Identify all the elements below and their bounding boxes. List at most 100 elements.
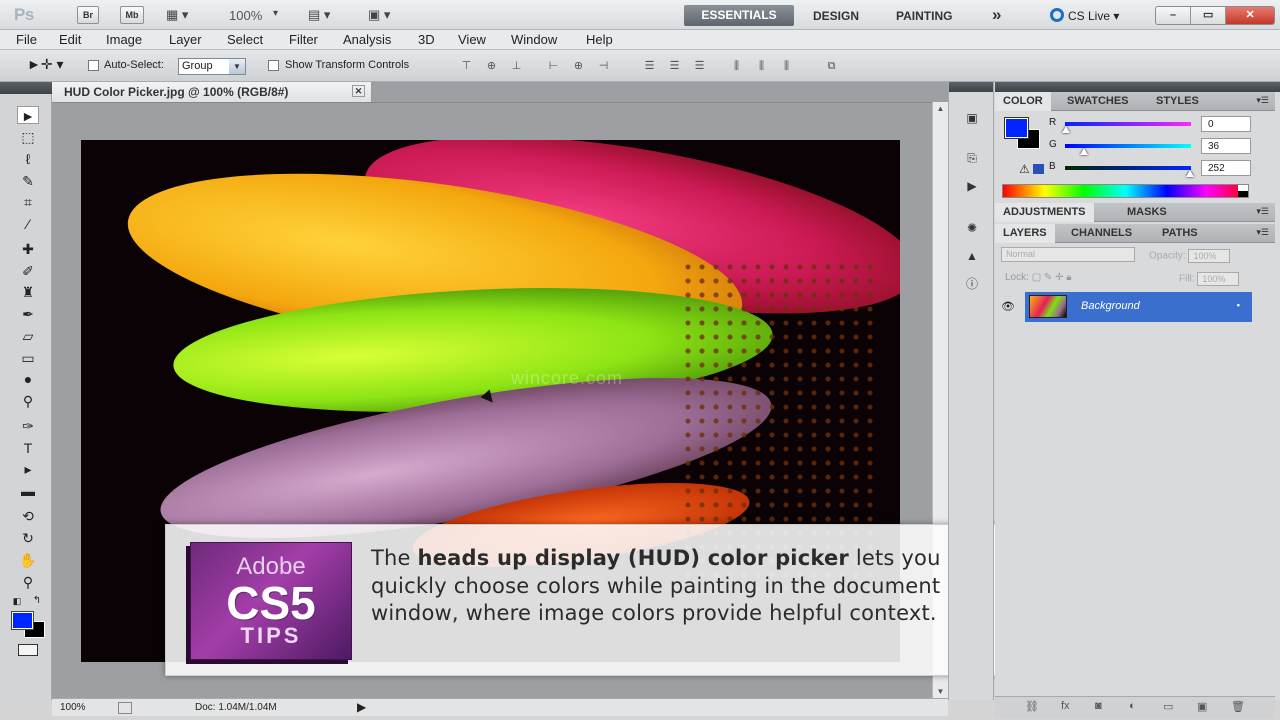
3d-orbit-tool-icon[interactable]: ↻ (17, 529, 39, 547)
dock-collapse-bar[interactable] (949, 82, 993, 92)
tab-styles[interactable]: STYLES (1156, 95, 1199, 107)
blur-tool-icon[interactable]: ● (17, 370, 39, 388)
quick-mask-icon[interactable] (18, 644, 38, 656)
align-hcenter-icon[interactable]: ⊕ (571, 60, 586, 72)
crop-tool-icon[interactable]: ⌗ (17, 193, 39, 211)
quick-selection-tool-icon[interactable]: ✎ (17, 172, 39, 190)
menu-image[interactable]: Image (106, 32, 142, 47)
minimize-button[interactable]: – (1156, 7, 1192, 24)
align-left-icon[interactable]: ⊢ (546, 60, 561, 72)
menu-analysis[interactable]: Analysis (343, 32, 391, 47)
tab-paths[interactable]: PATHS (1162, 227, 1198, 239)
history-panel-icon[interactable]: ⎘ (962, 150, 982, 166)
swap-colors-icon[interactable]: ↰ (30, 592, 44, 610)
screen-mode-icon[interactable]: ▣ ▾ (368, 7, 390, 23)
link-layers-icon[interactable]: ⛓ (1025, 700, 1039, 713)
auto-align-layers-icon[interactable]: ⧉ (824, 60, 839, 72)
layer-visibility-eye-icon[interactable]: 👁︎ (1001, 300, 1019, 316)
tab-adjustments[interactable]: ADJUSTMENTS (995, 203, 1094, 222)
distribute-top-icon[interactable]: ☰ (642, 60, 657, 72)
panel-menu-icon[interactable]: ▾☰ (1256, 95, 1269, 106)
fill-field[interactable]: 100% (1197, 272, 1240, 286)
healing-brush-tool-icon[interactable]: ✚ (17, 240, 39, 258)
menu-edit[interactable]: Edit (59, 32, 81, 47)
slider-blue-track[interactable] (1065, 166, 1191, 170)
close-button[interactable]: ✕ (1226, 7, 1274, 24)
info-panel-icon[interactable]: ⓘ (962, 276, 982, 292)
workspace-essentials[interactable]: ESSENTIALS (684, 5, 794, 26)
menu-filter[interactable]: Filter (289, 32, 318, 47)
distribute-vcenter-icon[interactable]: ☰ (667, 60, 682, 72)
scroll-down-icon[interactable]: ▼ (933, 687, 948, 696)
cs-live-menu[interactable]: CS Live ▾ (1050, 8, 1119, 23)
status-menu-arrow-icon[interactable]: ▶ (357, 700, 366, 714)
green-value-field[interactable]: 36 (1201, 138, 1251, 154)
eyedropper-tool-icon[interactable]: ⁄ (17, 215, 39, 233)
tab-masks[interactable]: MASKS (1127, 206, 1167, 218)
history-brush-tool-icon[interactable]: ✒ (17, 305, 39, 323)
dodge-tool-icon[interactable]: ⚲ (17, 392, 39, 410)
more-workspaces-icon[interactable]: » (992, 5, 1001, 25)
slider-red-thumb[interactable] (1062, 126, 1070, 133)
tab-layers[interactable]: LAYERS (995, 224, 1055, 243)
menu-file[interactable]: File (16, 32, 37, 47)
workspace-design[interactable]: DESIGN (813, 9, 859, 23)
path-selection-tool-icon[interactable]: ▸ (17, 460, 39, 478)
arrange-documents-icon[interactable]: ▤ ▾ (308, 7, 330, 23)
panel-menu-icon[interactable]: ▾☰ (1256, 206, 1269, 217)
type-tool-icon[interactable]: T (17, 439, 39, 457)
default-colors-icon[interactable]: ◧ (10, 592, 24, 610)
move-tool-icon[interactable]: ► (17, 106, 39, 124)
mini-bridge-button[interactable]: Mb (120, 6, 144, 24)
lock-all-icon[interactable]: 🔒︎ (1066, 272, 1071, 283)
tab-channels[interactable]: CHANNELS (1071, 227, 1132, 239)
color-spectrum-ramp[interactable] (1002, 184, 1249, 198)
align-top-icon[interactable]: ⊤ (459, 60, 474, 72)
histogram-panel-icon[interactable]: ▲ (962, 248, 982, 264)
foreground-color-swatch[interactable] (11, 611, 34, 630)
delete-layer-icon[interactable]: 🗑︎ (1231, 700, 1245, 713)
gradient-tool-icon[interactable]: ▭ (17, 349, 39, 367)
lock-transparent-icon[interactable]: ▢ (1032, 272, 1041, 283)
eraser-tool-icon[interactable]: ▱ (17, 327, 39, 345)
out-of-gamut-warning-icon[interactable]: ⚠ (1019, 162, 1045, 176)
shape-tool-icon[interactable]: ▬ (17, 482, 39, 500)
workspace-painting[interactable]: PAINTING (896, 9, 952, 23)
auto-select-dropdown[interactable]: Group ▼ (178, 58, 246, 75)
adjustment-layer-icon[interactable]: ◐ (1129, 700, 1136, 712)
pen-tool-icon[interactable]: ✑ (17, 417, 39, 435)
tools-panel-header[interactable] (0, 82, 52, 94)
zoom-dropdown-icon[interactable]: ▾ (273, 8, 278, 19)
new-layer-icon[interactable]: ▣ (1197, 700, 1207, 713)
clone-stamp-tool-icon[interactable]: ♜ (17, 283, 39, 301)
layer-row-background[interactable]: 👁︎ Background ▪ (995, 292, 1252, 322)
menu-help[interactable]: Help (586, 32, 613, 47)
opacity-field[interactable]: 100% (1188, 249, 1231, 263)
document-tab[interactable]: HUD Color Picker.jpg @ 100% (RGB/8#) ✕ (52, 82, 372, 102)
distribute-left-icon[interactable]: ⫼ (729, 60, 744, 72)
layer-style-icon[interactable]: fx (1061, 700, 1070, 712)
blend-mode-dropdown[interactable]: Normal (1001, 247, 1135, 262)
align-vcenter-icon[interactable]: ⊕ (484, 60, 499, 72)
status-zoom[interactable]: 100% (60, 702, 86, 713)
slider-green-thumb[interactable] (1080, 148, 1088, 155)
zoom-level[interactable]: 100% (229, 8, 262, 23)
auto-select-checkbox[interactable] (88, 60, 99, 71)
menu-window[interactable]: Window (511, 32, 557, 47)
move-tool-preset-icon[interactable]: ►✛ ▾ (27, 56, 64, 73)
blue-value-field[interactable]: 252 (1201, 160, 1251, 176)
menu-layer[interactable]: Layer (169, 32, 202, 47)
menu-select[interactable]: Select (227, 32, 263, 47)
menu-view[interactable]: View (458, 32, 486, 47)
mini-bridge-panel-icon[interactable]: ▣ (962, 110, 982, 126)
marquee-tool-icon[interactable]: ⬚ (17, 128, 39, 146)
actions-panel-icon[interactable]: ▶ (962, 178, 982, 194)
hand-tool-icon[interactable]: ✋ (17, 551, 39, 569)
panel-menu-icon[interactable]: ▾☰ (1256, 227, 1269, 238)
show-transform-checkbox[interactable] (268, 60, 279, 71)
layer-row-body[interactable]: Background ▪ (1025, 292, 1252, 322)
panel-dock-header[interactable] (995, 82, 1280, 92)
zoom-tool-icon[interactable]: ⚲ (17, 573, 39, 591)
distribute-hcenter-icon[interactable]: ⫼ (754, 60, 769, 72)
bridge-button[interactable]: Br (77, 6, 99, 24)
